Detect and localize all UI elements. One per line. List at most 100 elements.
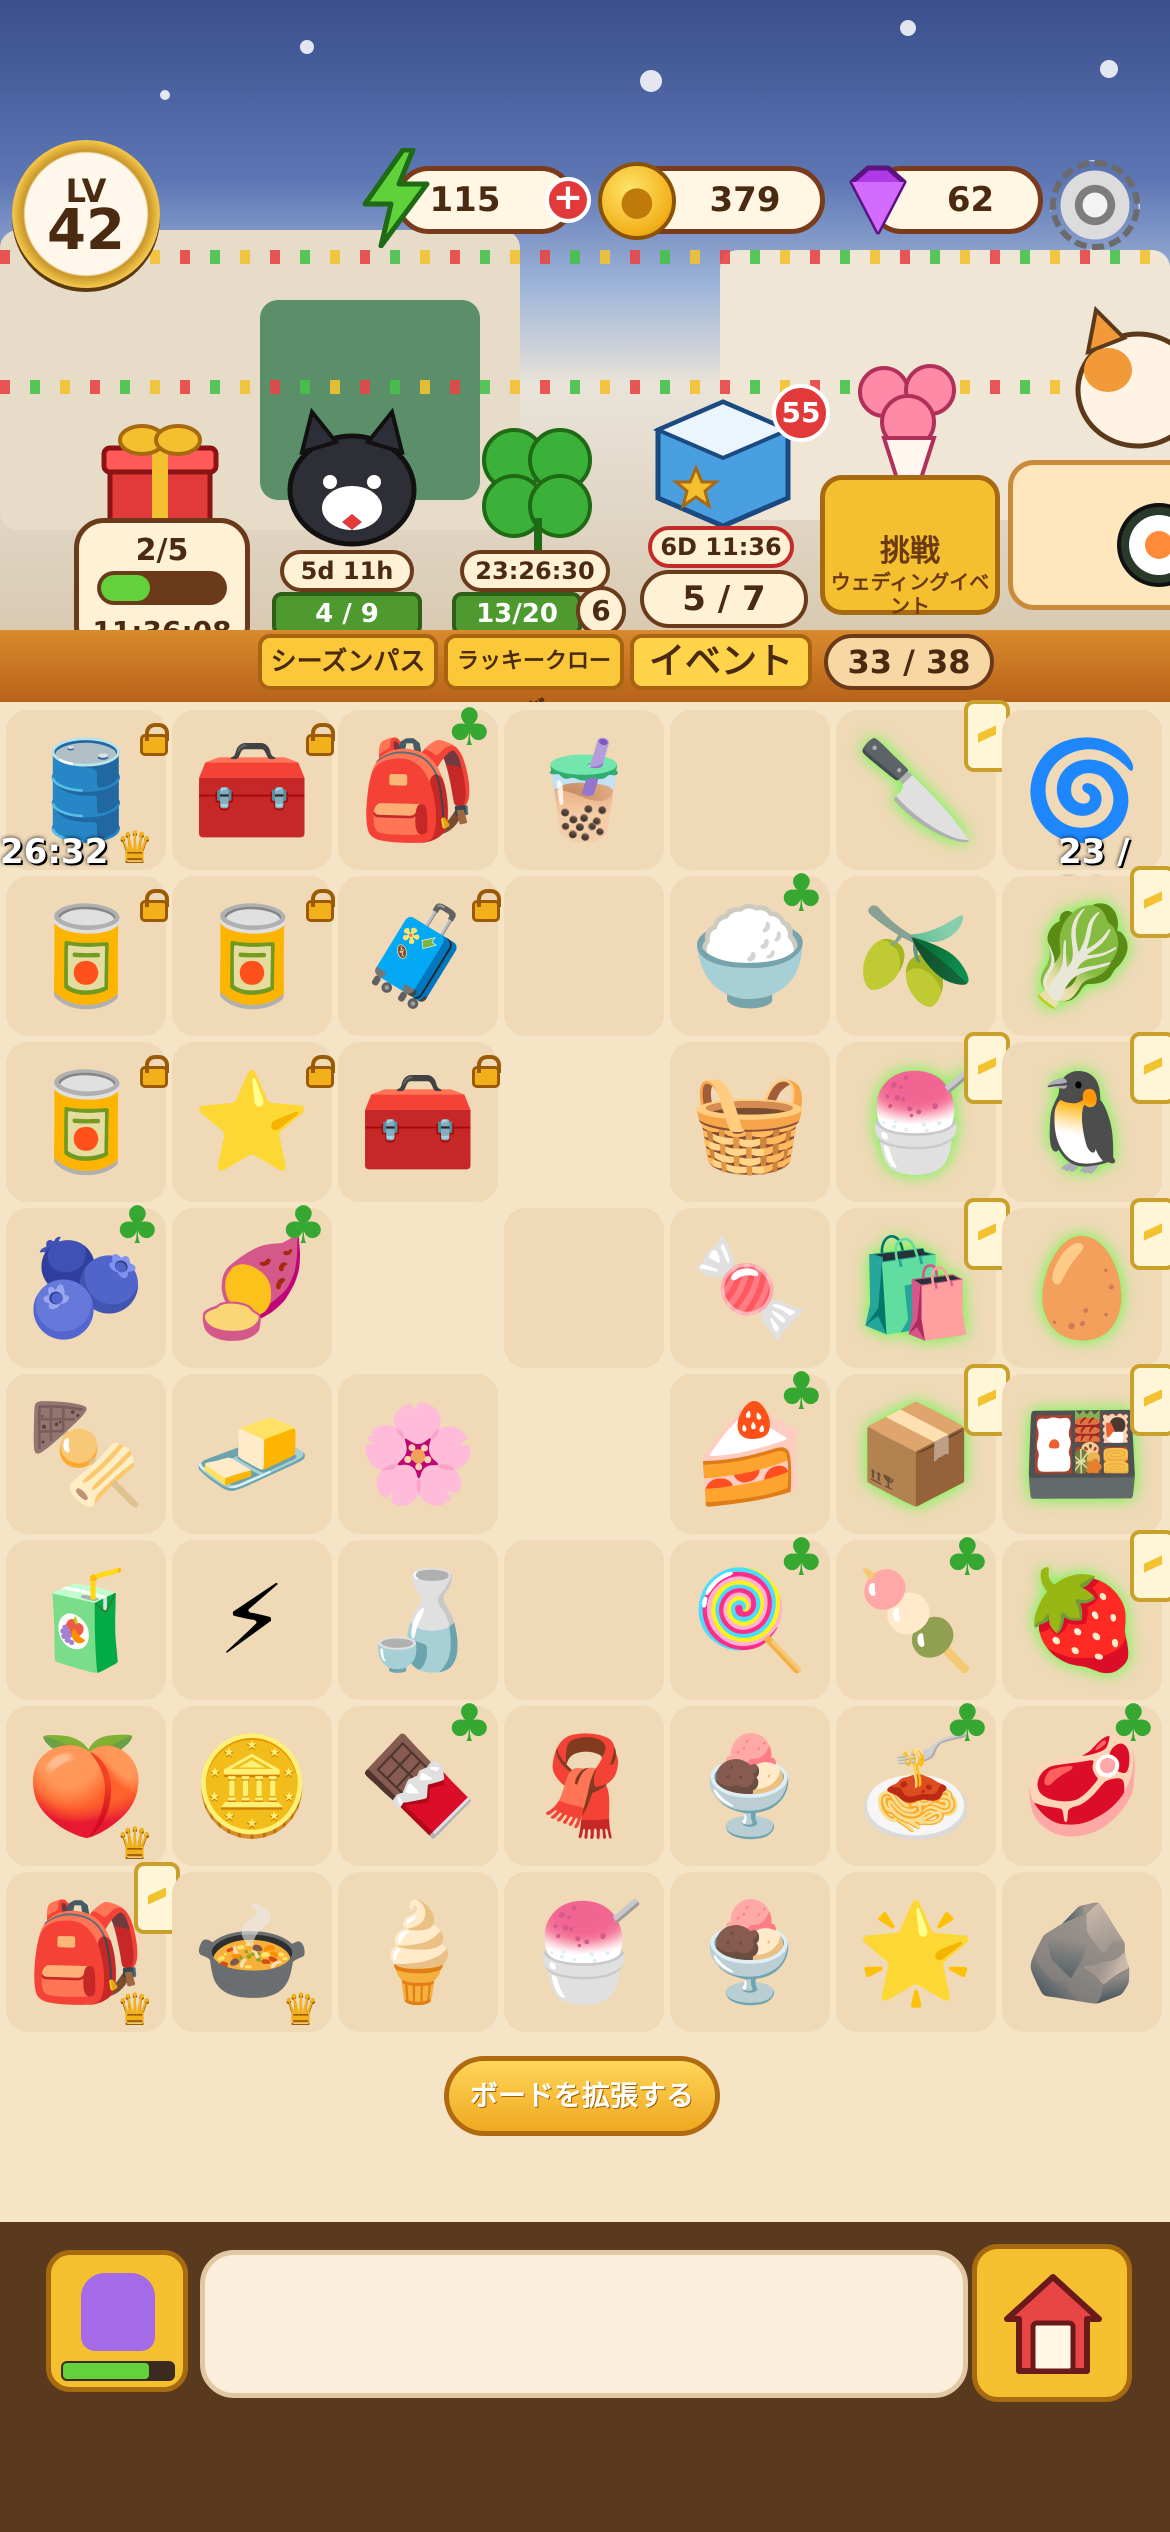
clover-badge-icon: ♣ bbox=[446, 1694, 493, 1754]
sushi-roll-icon bbox=[1117, 503, 1170, 587]
clover-badge-icon: ♣ bbox=[778, 1528, 825, 1588]
battery-icon bbox=[1130, 1198, 1170, 1270]
caramel-drink-icon[interactable]: 🧋 bbox=[509, 715, 659, 865]
inventory-capacity-bar bbox=[61, 2361, 175, 2381]
battery-icon bbox=[1130, 866, 1170, 938]
gift-box-icon[interactable] bbox=[100, 420, 220, 530]
lucky-clover-timer: 23:26:30 bbox=[460, 550, 610, 592]
add-energy-button[interactable]: + bbox=[545, 177, 591, 223]
padlock-icon bbox=[472, 1055, 501, 1088]
battery-icon bbox=[1130, 1032, 1170, 1104]
event-box-timer: 6D 11:36 bbox=[648, 526, 794, 568]
golden-star-icon[interactable]: 🌟 bbox=[841, 1877, 991, 2027]
crown-icon: ♛ bbox=[116, 1984, 154, 2033]
clover-badge-icon: ♣ bbox=[1110, 1694, 1157, 1754]
red-can-icon[interactable]: 🥫 bbox=[177, 881, 327, 1031]
star-can-icon[interactable]: ⭐ bbox=[177, 1047, 327, 1197]
clover-badge-icon: ♣ bbox=[778, 1362, 825, 1422]
stone-mortar-icon[interactable]: 🪨 bbox=[1007, 1877, 1157, 2027]
snowflake bbox=[300, 40, 314, 54]
home-button[interactable] bbox=[972, 2244, 1132, 2402]
battery-icon bbox=[1130, 1364, 1170, 1436]
cell-timer-text: 26:32 bbox=[0, 832, 109, 872]
padlock-icon bbox=[140, 889, 169, 922]
settings-gear-icon[interactable] bbox=[1050, 160, 1140, 250]
soy-sauce-dish-icon[interactable]: 🍶 bbox=[343, 1545, 493, 1695]
battery-icon bbox=[1130, 1530, 1170, 1602]
padlock-icon bbox=[306, 723, 335, 756]
snowflake bbox=[160, 90, 170, 100]
lightning-icon bbox=[362, 148, 430, 248]
woven-basket-icon[interactable]: 🧺 bbox=[675, 1047, 825, 1197]
lucky-clover-badge: 6 bbox=[576, 586, 626, 636]
event-box-progress: 5 / 7 bbox=[640, 570, 808, 628]
clover-badge-icon: ♣ bbox=[778, 864, 825, 924]
level-value: 42 bbox=[47, 198, 125, 263]
empty-board-cell[interactable] bbox=[504, 1540, 664, 1700]
gift-progress-fill bbox=[101, 575, 150, 601]
challenge-event-card[interactable]: 挑戦 ウェディングイベント bbox=[820, 475, 1000, 618]
padlock-icon bbox=[306, 1055, 335, 1088]
level-badge[interactable]: LV 42 bbox=[12, 140, 160, 288]
calico-cat-icon bbox=[1075, 305, 1170, 449]
crown-icon: ♛ bbox=[282, 1984, 320, 2033]
inventory-bag-button[interactable] bbox=[46, 2250, 188, 2392]
gem-icon bbox=[849, 165, 907, 235]
berry-parfait-icon[interactable]: 🍨 bbox=[675, 1877, 825, 2027]
string-lights bbox=[0, 250, 1170, 264]
flower-bouquet-icon bbox=[858, 364, 956, 490]
house-icon bbox=[1004, 2274, 1102, 2374]
mint-dessert-plate-icon[interactable]: 🍦 bbox=[343, 1877, 493, 2027]
cherry-blossom-icon[interactable]: 🌸 bbox=[343, 1379, 493, 1529]
tuxedo-cat-icon[interactable] bbox=[272, 390, 432, 550]
snowflake bbox=[640, 70, 662, 92]
yakitori-skewers-icon[interactable]: 🍢 bbox=[11, 1379, 161, 1529]
blue-chest-2-icon[interactable]: 🧰 bbox=[343, 1047, 493, 1197]
sushi-event-card[interactable] bbox=[1008, 460, 1170, 610]
padlock-icon bbox=[306, 889, 335, 922]
clover-badge-icon: ♣ bbox=[280, 1196, 327, 1256]
expand-board-button[interactable]: ボードを拡張する bbox=[444, 2056, 720, 2136]
blue-treasure-chest-icon[interactable]: 🧰 bbox=[177, 715, 327, 865]
four-leaf-clover-icon[interactable] bbox=[462, 408, 612, 558]
challenge-title: 挑戦 bbox=[880, 534, 940, 569]
crown-icon: ♛ bbox=[116, 822, 154, 871]
event-box-badge: 55 bbox=[772, 384, 830, 442]
snowflake bbox=[1100, 60, 1118, 78]
shaved-ice-icon[interactable]: 🍨 bbox=[675, 1711, 825, 1861]
tamagoyaki-icon[interactable]: 🧈 bbox=[177, 1379, 327, 1529]
paw-coin-icon[interactable]: 🪙 bbox=[177, 1711, 327, 1861]
challenge-subtitle: ウェディングイベント bbox=[830, 570, 990, 618]
tab-season-pass[interactable]: シーズンパス bbox=[258, 634, 438, 690]
clover-badge-icon: ♣ bbox=[944, 1694, 991, 1754]
item-info-panel bbox=[200, 2250, 968, 2398]
yuzu-jar-icon[interactable]: 🧃 bbox=[11, 1545, 161, 1695]
inventory-capacity-fill bbox=[63, 2363, 149, 2379]
sugar-cube-icon[interactable]: 🍬 bbox=[675, 1213, 825, 1363]
padlock-icon bbox=[472, 889, 501, 922]
merge-board: 🛢️♛26:32🧰🎒♣🧋🔪🌀23 / 24🥫🥫🧳🍚♣🫒🥬🥫⭐🧰🧺🍧🐧🫐♣🍠♣🍬🛍… bbox=[0, 698, 1170, 2222]
garlic-press-icon[interactable]: 🫒 bbox=[841, 881, 991, 1031]
green-can-2-icon[interactable]: 🥫 bbox=[11, 1047, 161, 1197]
scarf-icon[interactable]: 🧣 bbox=[509, 1711, 659, 1861]
gift-count: 2/5 bbox=[135, 533, 189, 568]
mango-parfait-icon[interactable]: 🍧 bbox=[509, 1877, 659, 2027]
clover-badge-icon: ♣ bbox=[114, 1196, 161, 1256]
tab-lucky-clover[interactable]: ラッキークローバ bbox=[444, 634, 624, 722]
snowflake bbox=[900, 20, 916, 36]
empty-board-cell[interactable] bbox=[504, 1208, 664, 1368]
paw-coin-icon: ● bbox=[598, 162, 676, 240]
empty-board-cell[interactable] bbox=[670, 710, 830, 870]
padlock-icon bbox=[140, 723, 169, 756]
gift-progress-bar bbox=[97, 571, 227, 605]
string-lights bbox=[0, 380, 1170, 394]
energy-bolt-icon[interactable]: ⚡ bbox=[177, 1545, 327, 1695]
empty-board-cell[interactable] bbox=[504, 876, 664, 1036]
crown-icon: ♛ bbox=[116, 1818, 154, 1867]
red-treasure-chest-icon[interactable]: 🧳 bbox=[343, 881, 493, 1031]
purple-bag-icon bbox=[81, 2273, 155, 2351]
tab-event[interactable]: イベント bbox=[630, 634, 812, 690]
event-count-badge: 33 / 38 bbox=[824, 634, 994, 690]
clover-badge-icon: ♣ bbox=[944, 1528, 991, 1588]
green-energy-can-icon[interactable]: 🥫 bbox=[11, 881, 161, 1031]
